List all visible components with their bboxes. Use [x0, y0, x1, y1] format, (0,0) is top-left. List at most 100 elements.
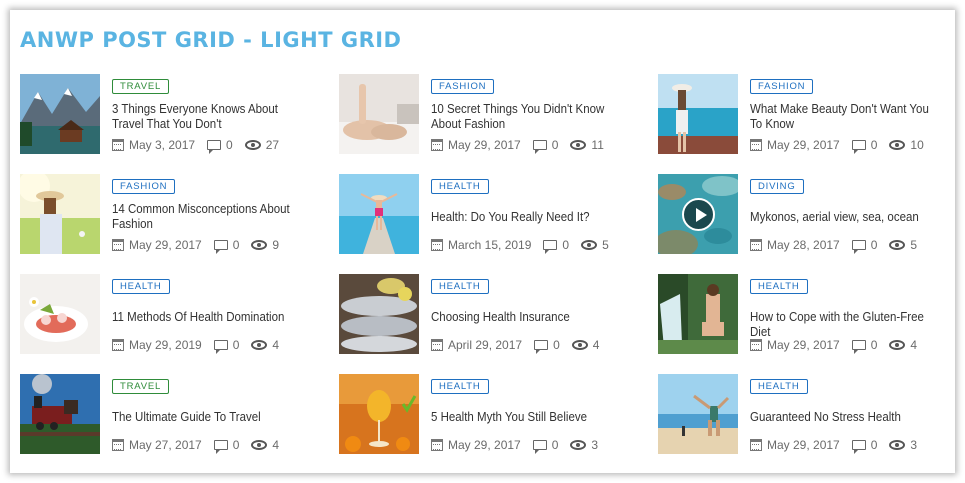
post-card[interactable]: HEALTH Choosing Health Insurance April 2…: [339, 274, 658, 374]
eye-icon: [570, 440, 587, 450]
post-thumbnail[interactable]: [339, 374, 419, 454]
category-badge[interactable]: HEALTH: [431, 179, 489, 194]
calendar-icon: [112, 239, 124, 251]
post-card[interactable]: FASHION 14 Common Misconceptions About F…: [20, 174, 339, 274]
category-badge[interactable]: DIVING: [750, 179, 804, 194]
eye-icon: [889, 240, 906, 250]
view-count: 9: [272, 238, 280, 252]
comment-count: 0: [562, 238, 570, 252]
post-title[interactable]: Mykonos, aerial view, sea, ocean: [750, 210, 939, 225]
comment-count: 0: [232, 338, 240, 352]
calendar-icon: [750, 339, 762, 351]
post-card[interactable]: HEALTH 5 Health Myth You Still Believe M…: [339, 374, 658, 474]
post-date: May 29, 2017: [129, 238, 202, 252]
mountain-lake-image: [20, 74, 100, 154]
page-title: ANWP POST GRID - LIGHT GRID: [20, 28, 402, 52]
play-icon[interactable]: [682, 198, 715, 231]
post-thumbnail[interactable]: [658, 174, 738, 254]
category-badge[interactable]: HEALTH: [750, 379, 808, 394]
category-badge[interactable]: FASHION: [431, 79, 495, 94]
post-thumbnail[interactable]: [658, 374, 738, 454]
eye-icon: [889, 140, 906, 150]
comment-count: 0: [553, 338, 560, 352]
category-badge[interactable]: HEALTH: [431, 279, 489, 294]
category-badge[interactable]: HEALTH: [112, 279, 170, 294]
post-meta: May 28, 2017 0 5: [750, 238, 918, 254]
post-meta: May 3, 2017 0 27: [112, 138, 280, 154]
post-date: May 29, 2017: [767, 338, 840, 352]
post-date: March 15, 2019: [448, 238, 532, 252]
woman-sea-image: [658, 74, 738, 154]
eye-icon: [889, 440, 906, 450]
calendar-icon: [750, 239, 762, 251]
post-grid-widget: ANWP POST GRID - LIGHT GRID TRAVEL 3 Thi…: [10, 10, 955, 473]
eye-icon: [251, 440, 268, 450]
post-title[interactable]: 5 Health Myth You Still Believe: [431, 410, 620, 425]
post-date: May 29, 2017: [448, 438, 521, 452]
category-badge[interactable]: TRAVEL: [112, 379, 170, 394]
post-thumbnail[interactable]: [20, 74, 100, 154]
post-thumbnail[interactable]: [339, 74, 419, 154]
comment-icon: [213, 340, 228, 354]
post-title[interactable]: Guaranteed No Stress Health: [750, 410, 939, 425]
woman-bed-image: [339, 74, 419, 154]
post-card[interactable]: HEALTH How to Cope with the Gluten-Free …: [658, 274, 958, 374]
post-date: May 3, 2017: [129, 138, 196, 152]
post-title[interactable]: 14 Common Misconceptions About Fashion: [112, 202, 301, 232]
view-count: 5: [602, 238, 609, 252]
view-count: 5: [910, 238, 918, 252]
post-date: May 29, 2017: [767, 138, 840, 152]
post-card[interactable]: HEALTH Health: Do You Really Need It? Ma…: [339, 174, 658, 274]
post-thumbnail[interactable]: [658, 274, 738, 354]
post-meta: May 29, 2017 0 9: [112, 238, 280, 254]
category-badge[interactable]: HEALTH: [750, 279, 808, 294]
view-count: 4: [910, 338, 918, 352]
post-card[interactable]: TRAVEL 3 Things Everyone Knows About Tra…: [20, 74, 339, 174]
post-card[interactable]: DIVING Mykonos, aerial view, sea, ocean …: [658, 174, 958, 274]
category-badge[interactable]: HEALTH: [431, 379, 489, 394]
post-title[interactable]: 10 Secret Things You Didn't Know About F…: [431, 102, 620, 132]
post-title[interactable]: The Ultimate Guide To Travel: [112, 410, 301, 425]
post-date: May 29, 2017: [767, 438, 840, 452]
post-title[interactable]: 3 Things Everyone Knows About Travel Tha…: [112, 102, 301, 132]
post-thumbnail[interactable]: [20, 274, 100, 354]
eye-icon: [571, 340, 588, 350]
view-count: 3: [591, 438, 599, 452]
post-card[interactable]: HEALTH 11 Methods Of Health Domination M…: [20, 274, 339, 374]
view-count: 11: [591, 138, 604, 152]
post-title[interactable]: 11 Methods Of Health Domination: [112, 310, 301, 325]
category-badge[interactable]: TRAVEL: [112, 79, 170, 94]
post-meta: May 29, 2017 0 10: [750, 138, 924, 154]
post-title[interactable]: What Make Beauty Don't Want You To Know: [750, 102, 939, 132]
post-card[interactable]: HEALTH Guaranteed No Stress Health May 2…: [658, 374, 958, 474]
train-image: [20, 374, 100, 454]
view-count: 4: [592, 338, 600, 352]
post-thumbnail[interactable]: [20, 374, 100, 454]
calendar-icon: [112, 439, 124, 451]
post-title[interactable]: Health: Do You Really Need It?: [431, 210, 620, 225]
post-card[interactable]: TRAVEL The Ultimate Guide To Travel May …: [20, 374, 339, 474]
view-count: 27: [265, 138, 280, 152]
post-title[interactable]: Choosing Health Insurance: [431, 310, 620, 325]
post-thumbnail[interactable]: [658, 74, 738, 154]
calendar-icon: [112, 339, 124, 351]
post-meta: May 29, 2019 0 4: [112, 338, 279, 354]
post-thumbnail[interactable]: [339, 174, 419, 254]
post-meta: May 29, 2017 0 11: [431, 138, 604, 154]
category-badge[interactable]: FASHION: [750, 79, 814, 94]
post-meta: May 27, 2017 0 4: [112, 438, 279, 454]
post-thumbnail[interactable]: [339, 274, 419, 354]
post-meta: April 29, 2017 0 4: [431, 338, 600, 354]
category-badge[interactable]: FASHION: [112, 179, 176, 194]
post-thumbnail[interactable]: [20, 174, 100, 254]
comment-icon: [207, 140, 222, 154]
post-title[interactable]: How to Cope with the Gluten-Free Diet: [750, 310, 939, 340]
comment-count: 0: [232, 238, 240, 252]
post-grid: TRAVEL 3 Things Everyone Knows About Tra…: [20, 74, 958, 474]
post-card[interactable]: FASHION 10 Secret Things You Didn't Know…: [339, 74, 658, 174]
comment-icon: [213, 240, 228, 254]
view-count: 3: [910, 438, 918, 452]
post-card[interactable]: FASHION What Make Beauty Don't Want You …: [658, 74, 958, 174]
eye-icon: [251, 240, 268, 250]
comment-icon: [851, 340, 866, 354]
